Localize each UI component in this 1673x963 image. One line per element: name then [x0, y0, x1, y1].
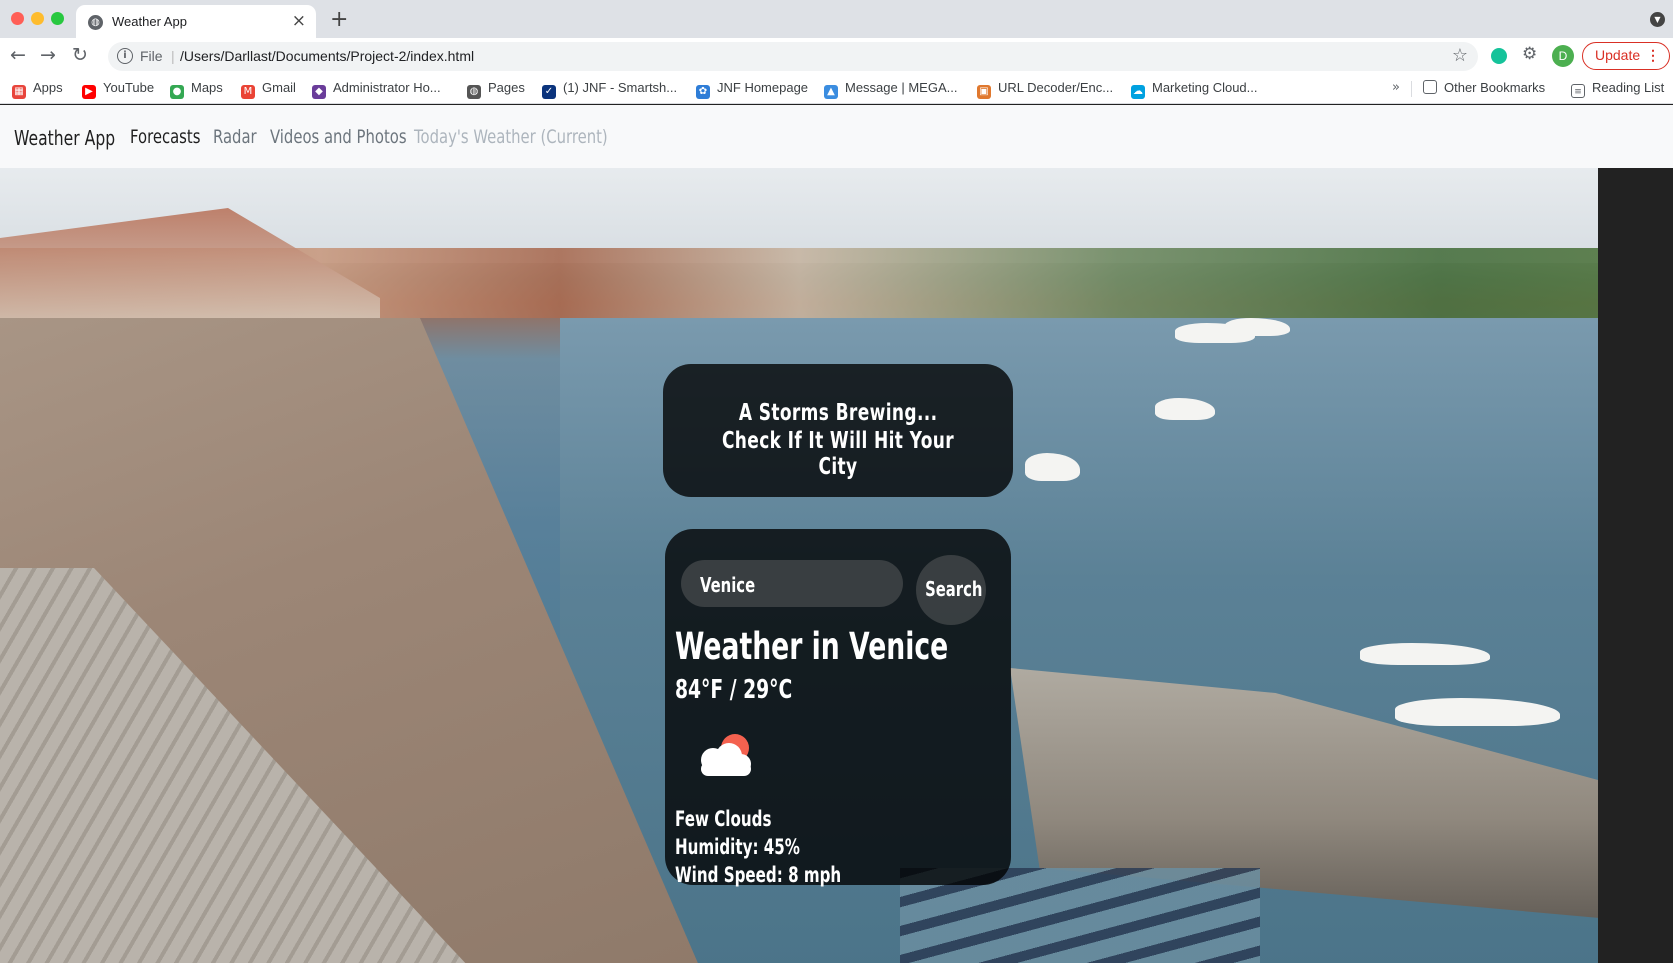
maps-pin-icon: ●	[170, 85, 184, 99]
tagline-line-1: A Storms Brewing...	[738, 400, 938, 426]
window-zoom-button[interactable]	[51, 12, 64, 25]
reading-list-icon: ≡	[1571, 84, 1585, 98]
profile-avatar[interactable]: D	[1552, 45, 1574, 67]
search-button-label: Search	[925, 577, 983, 601]
nav-link-todays-weather[interactable]: Today's Weather (Current)	[414, 126, 608, 148]
temperature-reading: 84°F / 29°C	[675, 675, 793, 705]
nav-link-videos-photos[interactable]: Videos and Photos	[270, 126, 407, 148]
bookmark-smartsheet[interactable]: ✓ (1) JNF - Smartsh...	[542, 80, 677, 99]
window-close-button[interactable]	[11, 12, 24, 25]
browser-tab-strip: ◍ Weather App × + ▼	[0, 0, 1673, 38]
new-tab-button[interactable]: +	[330, 7, 348, 32]
address-bar[interactable]: i File | /Users/Darllast/Documents/Proje…	[108, 42, 1478, 71]
tagline-card: A Storms Brewing... Check If It Will Hit…	[663, 364, 1013, 497]
bookmark-maps[interactable]: ● Maps	[170, 80, 223, 99]
weather-description: Few Clouds	[675, 807, 772, 831]
menu-kebab-icon[interactable]: ⋮	[1646, 43, 1660, 68]
apps-grid-icon: ▦	[12, 85, 26, 99]
nav-link-radar[interactable]: Radar	[213, 126, 257, 148]
bookmark-reading-list[interactable]: ≡ Reading List	[1571, 80, 1664, 98]
few-clouds-icon	[701, 734, 751, 776]
site-navbar: Weather App Forecasts Radar Videos and P…	[0, 105, 1673, 168]
bookmark-mega[interactable]: ▲ Message | MEGA...	[824, 80, 957, 99]
bookmarks-bar: ▦ Apps ▶ YouTube ● Maps M Gmail ◆ Administrat…	[0, 74, 1673, 104]
url-text[interactable]: /Users/Darllast/Documents/Project-2/inde…	[180, 48, 474, 64]
extensions-puzzle-icon[interactable]: ⚙	[1522, 44, 1537, 64]
bookmark-administrator[interactable]: ◆ Administrator Ho...	[312, 80, 441, 99]
bookmark-apps[interactable]: ▦ Apps	[12, 80, 63, 99]
page-viewport: Weather App Forecasts Radar Videos and P…	[0, 105, 1673, 963]
photo-yacht	[1225, 318, 1290, 336]
tab-close-icon[interactable]: ×	[292, 11, 306, 31]
navbar-brand[interactable]: Weather App	[14, 126, 115, 150]
url-separator: |	[171, 48, 175, 64]
weather-city-title: Weather in Venice	[675, 625, 949, 668]
pages-icon: ◍	[467, 85, 481, 99]
back-arrow-icon[interactable]: ←	[10, 44, 26, 66]
window-minimize-button[interactable]	[31, 12, 44, 25]
smartsheet-icon: ✓	[542, 85, 556, 99]
bookmark-jnf-homepage[interactable]: ✿ JNF Homepage	[696, 80, 808, 99]
bookmark-pages[interactable]: ◍ Pages	[467, 80, 525, 99]
bookmark-youtube[interactable]: ▶ YouTube	[82, 80, 154, 99]
more-bookmarks-chevron-icon[interactable]: »	[1392, 80, 1400, 95]
bookmark-marketing-cloud[interactable]: ☁ Marketing Cloud...	[1131, 80, 1258, 99]
jnf-icon: ✿	[696, 85, 710, 99]
weather-card: Venice Search Weather in Venice 84°F / 2…	[665, 529, 1011, 887]
city-search-value: Venice	[700, 573, 756, 597]
grammarly-extension-icon[interactable]	[1491, 48, 1507, 64]
bookmarks-divider	[1411, 81, 1412, 97]
bookmark-other-bookmarks[interactable]: Other Bookmarks	[1423, 80, 1545, 95]
browser-toolbar: ← → ↻ i File | /Users/Darllast/Documents…	[0, 38, 1673, 74]
humidity-reading: Humidity: 45%	[675, 835, 800, 859]
reload-icon[interactable]: ↻	[72, 44, 88, 66]
mega-icon: ▲	[824, 85, 838, 99]
nav-link-forecasts[interactable]: Forecasts	[130, 126, 200, 148]
folder-icon	[1423, 80, 1437, 94]
youtube-icon: ▶	[82, 85, 96, 99]
url-decoder-icon: ▣	[977, 85, 991, 99]
salesforce-cloud-icon: ☁	[1131, 85, 1145, 99]
url-scheme: File	[140, 48, 163, 64]
update-button[interactable]: Update ⋮	[1582, 42, 1670, 70]
search-button[interactable]: Search	[916, 555, 986, 625]
gmail-icon: M	[241, 85, 255, 99]
bookmark-url-decoder[interactable]: ▣ URL Decoder/Enc...	[977, 80, 1113, 99]
tab-search-icon[interactable]: ▼	[1650, 12, 1665, 27]
tagline-line-2: Check If It Will Hit Your City	[721, 428, 955, 480]
admin-icon: ◆	[312, 85, 326, 99]
globe-icon: ◍	[88, 15, 103, 30]
browser-tab-active[interactable]: ◍ Weather App ×	[76, 5, 316, 38]
wind-speed-reading: Wind Speed: 8 mph	[675, 863, 842, 887]
page-right-gutter	[1598, 168, 1673, 963]
info-icon[interactable]: i	[117, 48, 133, 64]
tab-title: Weather App	[112, 14, 187, 29]
bookmark-star-icon[interactable]: ☆	[1452, 45, 1468, 66]
bookmark-gmail[interactable]: M Gmail	[241, 80, 296, 99]
forward-arrow-icon[interactable]: →	[40, 44, 56, 66]
update-label: Update	[1595, 47, 1641, 63]
